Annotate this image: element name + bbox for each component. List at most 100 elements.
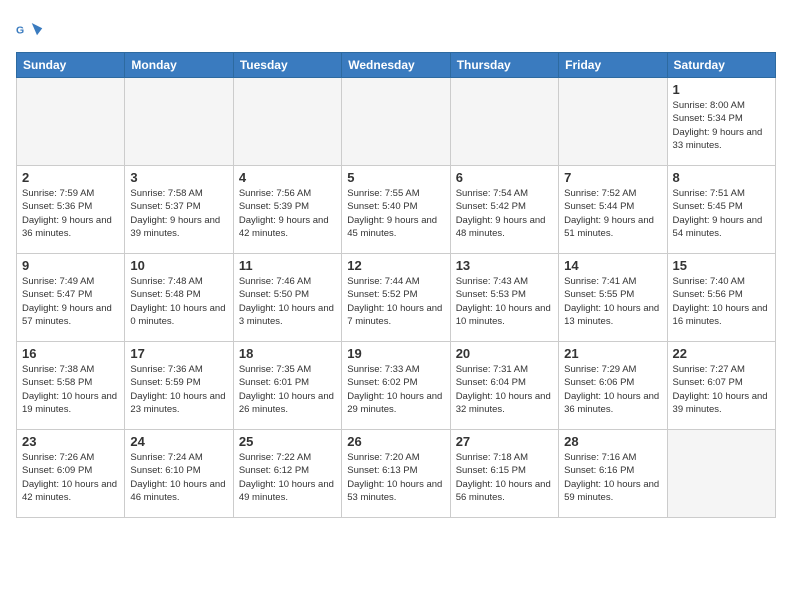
weekday-header-monday: Monday	[125, 53, 233, 78]
day-info: Sunrise: 7:22 AM Sunset: 6:12 PM Dayligh…	[239, 451, 336, 504]
weekday-header-tuesday: Tuesday	[233, 53, 341, 78]
day-info: Sunrise: 7:16 AM Sunset: 6:16 PM Dayligh…	[564, 451, 661, 504]
day-number: 27	[456, 434, 553, 449]
calendar-cell: 13 Sunrise: 7:43 AM Sunset: 5:53 PM Dayli…	[450, 254, 558, 342]
day-number: 25	[239, 434, 336, 449]
day-number: 26	[347, 434, 444, 449]
calendar-cell: 26 Sunrise: 7:20 AM Sunset: 6:13 PM Dayli…	[342, 430, 450, 518]
svg-text:G: G	[16, 25, 24, 37]
day-number: 3	[130, 170, 227, 185]
day-info: Sunrise: 7:29 AM Sunset: 6:06 PM Dayligh…	[564, 363, 661, 416]
day-number: 2	[22, 170, 119, 185]
calendar-cell: 27 Sunrise: 7:18 AM Sunset: 6:15 PM Dayli…	[450, 430, 558, 518]
calendar-cell: 5 Sunrise: 7:55 AM Sunset: 5:40 PM Daylig…	[342, 166, 450, 254]
day-number: 9	[22, 258, 119, 273]
weekday-header-friday: Friday	[559, 53, 667, 78]
calendar-cell: 15 Sunrise: 7:40 AM Sunset: 5:56 PM Dayli…	[667, 254, 775, 342]
day-info: Sunrise: 7:44 AM Sunset: 5:52 PM Dayligh…	[347, 275, 444, 328]
day-info: Sunrise: 7:27 AM Sunset: 6:07 PM Dayligh…	[673, 363, 770, 416]
calendar-cell: 28 Sunrise: 7:16 AM Sunset: 6:16 PM Dayli…	[559, 430, 667, 518]
day-info: Sunrise: 7:38 AM Sunset: 5:58 PM Dayligh…	[22, 363, 119, 416]
calendar-cell: 12 Sunrise: 7:44 AM Sunset: 5:52 PM Dayli…	[342, 254, 450, 342]
day-number: 14	[564, 258, 661, 273]
day-info: Sunrise: 7:26 AM Sunset: 6:09 PM Dayligh…	[22, 451, 119, 504]
calendar-cell: 23 Sunrise: 7:26 AM Sunset: 6:09 PM Dayli…	[17, 430, 125, 518]
calendar-week-1: 2 Sunrise: 7:59 AM Sunset: 5:36 PM Daylig…	[17, 166, 776, 254]
calendar-cell: 2 Sunrise: 7:59 AM Sunset: 5:36 PM Daylig…	[17, 166, 125, 254]
day-info: Sunrise: 7:18 AM Sunset: 6:15 PM Dayligh…	[456, 451, 553, 504]
day-number: 6	[456, 170, 553, 185]
day-info: Sunrise: 7:20 AM Sunset: 6:13 PM Dayligh…	[347, 451, 444, 504]
calendar-cell: 25 Sunrise: 7:22 AM Sunset: 6:12 PM Dayli…	[233, 430, 341, 518]
calendar-cell: 1 Sunrise: 8:00 AM Sunset: 5:34 PM Daylig…	[667, 78, 775, 166]
calendar-week-2: 9Sunrise: 7:49 AM Sunset: 5:47 PM Daylig…	[17, 254, 776, 342]
calendar-week-4: 23 Sunrise: 7:26 AM Sunset: 6:09 PM Dayli…	[17, 430, 776, 518]
calendar-cell	[667, 430, 775, 518]
logo-icon: G	[16, 16, 44, 44]
day-info: Sunrise: 7:36 AM Sunset: 5:59 PM Dayligh…	[130, 363, 227, 416]
weekday-header-sunday: Sunday	[17, 53, 125, 78]
calendar-cell: 20Sunrise: 7:31 AM Sunset: 6:04 PM Dayli…	[450, 342, 558, 430]
day-number: 19	[347, 346, 444, 361]
calendar-cell	[125, 78, 233, 166]
day-number: 21	[564, 346, 661, 361]
day-number: 18	[239, 346, 336, 361]
day-number: 12	[347, 258, 444, 273]
day-info: Sunrise: 7:52 AM Sunset: 5:44 PM Dayligh…	[564, 187, 661, 240]
logo: G	[16, 16, 48, 44]
day-number: 23	[22, 434, 119, 449]
calendar-cell: 3 Sunrise: 7:58 AM Sunset: 5:37 PM Daylig…	[125, 166, 233, 254]
weekday-header-wednesday: Wednesday	[342, 53, 450, 78]
calendar-cell: 9Sunrise: 7:49 AM Sunset: 5:47 PM Daylig…	[17, 254, 125, 342]
calendar-cell: 24 Sunrise: 7:24 AM Sunset: 6:10 PM Dayli…	[125, 430, 233, 518]
day-info: Sunrise: 7:24 AM Sunset: 6:10 PM Dayligh…	[130, 451, 227, 504]
calendar-week-0: 1 Sunrise: 8:00 AM Sunset: 5:34 PM Daylig…	[17, 78, 776, 166]
day-number: 7	[564, 170, 661, 185]
day-number: 11	[239, 258, 336, 273]
day-number: 13	[456, 258, 553, 273]
calendar-cell: 6 Sunrise: 7:54 AM Sunset: 5:42 PM Daylig…	[450, 166, 558, 254]
calendar-cell: 7 Sunrise: 7:52 AM Sunset: 5:44 PM Daylig…	[559, 166, 667, 254]
calendar-cell: 22 Sunrise: 7:27 AM Sunset: 6:07 PM Dayli…	[667, 342, 775, 430]
day-info: Sunrise: 7:51 AM Sunset: 5:45 PM Dayligh…	[673, 187, 770, 240]
calendar-header: SundayMondayTuesdayWednesdayThursdayFrid…	[17, 53, 776, 78]
day-number: 17	[130, 346, 227, 361]
calendar-cell	[559, 78, 667, 166]
day-number: 15	[673, 258, 770, 273]
day-number: 1	[673, 82, 770, 97]
day-number: 16	[22, 346, 119, 361]
day-info: Sunrise: 7:56 AM Sunset: 5:39 PM Dayligh…	[239, 187, 336, 240]
day-number: 5	[347, 170, 444, 185]
calendar-table: SundayMondayTuesdayWednesdayThursdayFrid…	[16, 52, 776, 518]
weekday-header-saturday: Saturday	[667, 53, 775, 78]
day-number: 8	[673, 170, 770, 185]
calendar-cell: 4Sunrise: 7:56 AM Sunset: 5:39 PM Daylig…	[233, 166, 341, 254]
calendar-cell: 19 Sunrise: 7:33 AM Sunset: 6:02 PM Dayli…	[342, 342, 450, 430]
calendar-cell	[342, 78, 450, 166]
day-number: 24	[130, 434, 227, 449]
day-number: 20	[456, 346, 553, 361]
calendar-cell	[450, 78, 558, 166]
calendar-cell: 16 Sunrise: 7:38 AM Sunset: 5:58 PM Dayli…	[17, 342, 125, 430]
day-info: Sunrise: 7:33 AM Sunset: 6:02 PM Dayligh…	[347, 363, 444, 416]
day-info: Sunrise: 7:59 AM Sunset: 5:36 PM Dayligh…	[22, 187, 119, 240]
day-info: Sunrise: 7:55 AM Sunset: 5:40 PM Dayligh…	[347, 187, 444, 240]
day-info: Sunrise: 7:58 AM Sunset: 5:37 PM Dayligh…	[130, 187, 227, 240]
calendar-cell: 17 Sunrise: 7:36 AM Sunset: 5:59 PM Dayli…	[125, 342, 233, 430]
calendar-cell: 18Sunrise: 7:35 AM Sunset: 6:01 PM Dayli…	[233, 342, 341, 430]
day-info: Sunrise: 8:00 AM Sunset: 5:34 PM Dayligh…	[673, 99, 770, 152]
calendar-cell: 21 Sunrise: 7:29 AM Sunset: 6:06 PM Dayli…	[559, 342, 667, 430]
day-info: Sunrise: 7:40 AM Sunset: 5:56 PM Dayligh…	[673, 275, 770, 328]
day-number: 22	[673, 346, 770, 361]
calendar-cell	[233, 78, 341, 166]
calendar-cell	[17, 78, 125, 166]
day-info: Sunrise: 7:46 AM Sunset: 5:50 PM Dayligh…	[239, 275, 336, 328]
calendar-cell: 11 Sunrise: 7:46 AM Sunset: 5:50 PM Dayli…	[233, 254, 341, 342]
day-info: Sunrise: 7:41 AM Sunset: 5:55 PM Dayligh…	[564, 275, 661, 328]
day-number: 28	[564, 434, 661, 449]
day-info: Sunrise: 7:43 AM Sunset: 5:53 PM Dayligh…	[456, 275, 553, 328]
calendar-cell: 14 Sunrise: 7:41 AM Sunset: 5:55 PM Dayli…	[559, 254, 667, 342]
calendar-body: 1 Sunrise: 8:00 AM Sunset: 5:34 PM Daylig…	[17, 78, 776, 518]
day-number: 10	[130, 258, 227, 273]
day-info: Sunrise: 7:54 AM Sunset: 5:42 PM Dayligh…	[456, 187, 553, 240]
